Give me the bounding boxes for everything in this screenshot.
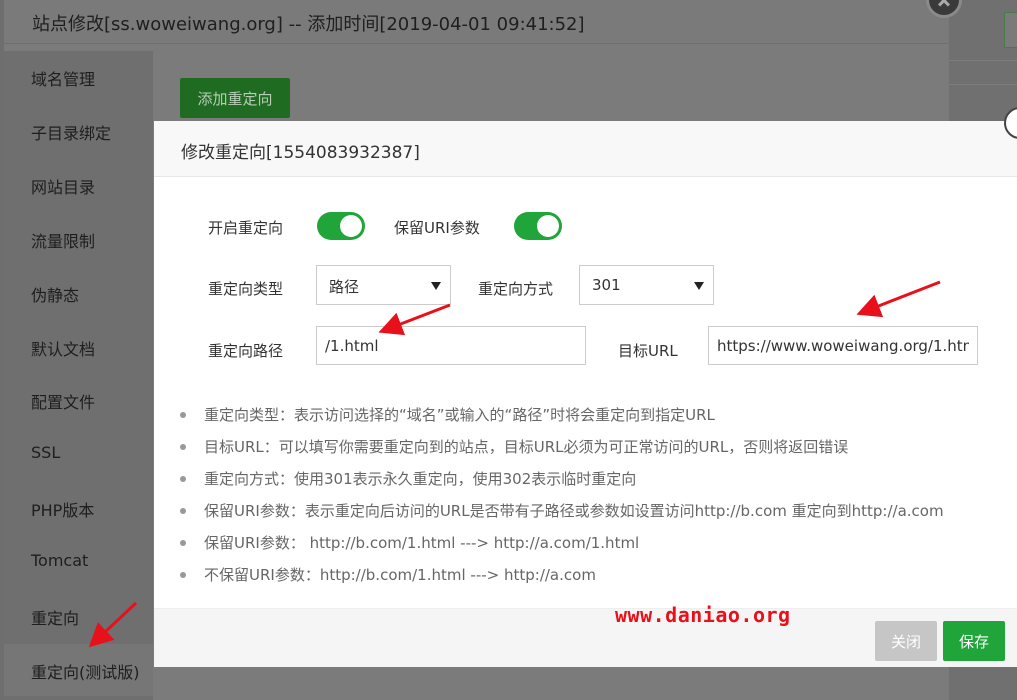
background-divider [949,84,1017,85]
chevron-down-icon [431,282,441,290]
help-note: 不保留URI参数：http://b.com/1.html ---> http:/… [180,559,1010,591]
help-note: 目标URL：可以填写你需要重定向到的站点，目标URL必须为可正常访问的URL，否… [180,431,1010,463]
target-url-input[interactable] [708,326,978,365]
sidebar-item-label: 域名管理 [31,70,96,89]
help-note: 重定向类型：表示访问选择的“域名”或输入的“路径”时将会重定向到指定URL [180,399,1010,431]
redirect-type-value: 路径 [329,278,360,296]
sidebar-item-config-file[interactable]: 配置文件 [4,374,153,426]
sidebar-item-domain[interactable]: 域名管理 [4,51,153,103]
sidebar-item-tomcat[interactable]: Tomcat [4,536,153,588]
edit-redirect-dialog: 修改重定向[1554083932387] 开启重定向 保留URI参数 重定向类型… [154,107,1017,667]
sidebar-item-label: 默认文档 [31,340,96,359]
sidebar-item-site-directory[interactable]: 网站目录 [4,159,153,211]
sidebar-item-label: 伪静态 [31,286,80,305]
sidebar-item-subdirectory[interactable]: 子目录绑定 [4,105,153,157]
sidebar-item-ssl[interactable]: SSL [4,428,153,480]
sidebar-item-label: 重定向 [31,609,80,628]
chevron-down-icon [694,282,704,290]
sidebar-item-label: Tomcat [31,551,89,570]
sidebar-item-redirect-beta[interactable]: 重定向(测试版) [4,644,153,696]
redirect-type-select[interactable]: 路径 [316,265,451,305]
sidebar-item-traffic-limit[interactable]: 流量限制 [4,213,153,265]
background-element [1004,12,1017,48]
dialog-title-bar: 修改重定向[1554083932387] [154,121,1017,177]
sidebar-item-label: 重定向(测试版) [31,663,140,682]
help-note: 保留URI参数：表示重定向后访问的URL是否带有子路径或参数如设置访问http:… [180,495,1010,527]
sidebar-item-label: SSL [31,443,61,462]
watermark-text: www.daniao.org [615,603,791,627]
sidebar-item-label: 网站目录 [31,178,96,197]
help-notes: 重定向类型：表示访问选择的“域名”或输入的“路径”时将会重定向到指定URL 目标… [180,399,1010,591]
close-button[interactable]: 关闭 [875,621,937,661]
site-edit-title: 站点修改[ss.woweiwang.org] -- 添加时间[2019-04-0… [32,14,585,35]
redirect-method-label: 重定向方式 [478,280,554,298]
sidebar-item-default-document[interactable]: 默认文档 [4,321,153,373]
keep-uri-toggle[interactable] [514,212,562,240]
site-settings-sidebar: 域名管理 子目录绑定 网站目录 流量限制 伪静态 默认文档 配置文件 SSL P… [4,51,153,700]
sidebar-item-label: PHP版本 [31,501,95,520]
target-url-label: 目标URL [618,342,678,360]
sidebar-item-rewrite[interactable]: 伪静态 [4,267,153,319]
site-edit-title-bar: 站点修改[ss.woweiwang.org] -- 添加时间[2019-04-0… [4,0,949,44]
dialog-title: 修改重定向[1554083932387] [181,143,420,163]
redirect-path-label: 重定向路径 [208,342,284,360]
enable-redirect-label: 开启重定向 [208,219,284,237]
keep-uri-label: 保留URI参数 [394,219,480,237]
help-note: 保留URI参数： http://b.com/1.html ---> http:/… [180,527,1010,559]
sidebar-item-label: 子目录绑定 [31,124,112,143]
redirect-type-label: 重定向类型 [208,280,284,298]
redirect-method-value: 301 [592,276,621,294]
redirect-method-select[interactable]: 301 [579,265,714,305]
dialog-footer: 关闭 保存 [154,608,1017,667]
sidebar-item-redirect[interactable]: 重定向 [4,590,153,642]
add-redirect-button[interactable]: 添加重定向 [180,78,290,118]
sidebar-item-label: 流量限制 [31,232,96,251]
background-divider [949,60,1017,61]
help-note: 重定向方式：使用301表示永久重定向，使用302表示临时重定向 [180,463,1010,495]
enable-redirect-toggle[interactable] [317,212,365,240]
save-button[interactable]: 保存 [943,621,1005,661]
redirect-path-input[interactable] [316,326,586,365]
sidebar-item-label: 配置文件 [31,393,96,412]
sidebar-item-php-version[interactable]: PHP版本 [4,482,153,534]
